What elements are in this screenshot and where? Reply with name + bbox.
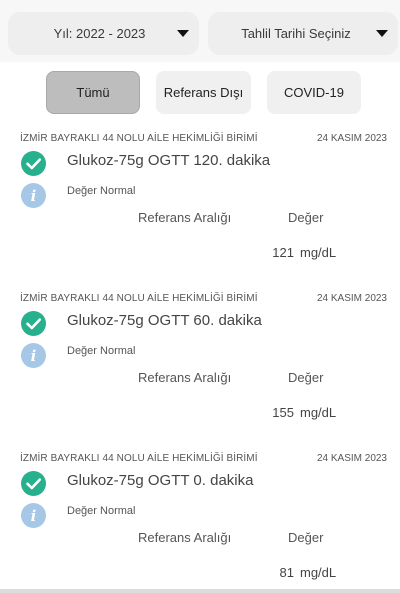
result-unit: mg/dL: [300, 565, 337, 580]
clinic-name: İZMİR BAYRAKLI 44 NOLU AİLE HEKİMLİĞİ Bİ…: [20, 293, 258, 304]
result-status: Değer Normal: [67, 505, 136, 517]
info-icon[interactable]: i: [21, 183, 46, 208]
result-value: 121: [272, 245, 294, 260]
result-unit: mg/dL: [300, 405, 337, 420]
result-date: 24 KASIM 2023: [316, 293, 387, 304]
check-circle-icon: [21, 151, 46, 176]
clinic-name: İZMİR BAYRAKLI 44 NOLU AİLE HEKİMLİĞİ Bİ…: [20, 453, 258, 464]
result-status: Değer Normal: [67, 345, 136, 357]
result-unit: mg/dL: [300, 245, 337, 260]
caret-down-icon: [177, 30, 189, 37]
test-name: Glukoz-75g OGTT 60. dakika: [67, 312, 262, 329]
tab-out-of-range[interactable]: Referans Dışı: [156, 71, 251, 114]
result-value: 81: [279, 565, 294, 580]
check-circle-icon: [21, 471, 46, 496]
info-icon[interactable]: i: [21, 503, 46, 528]
clinic-name: İZMİR BAYRAKLI 44 NOLU AİLE HEKİMLİĞİ Bİ…: [20, 133, 258, 144]
info-icon[interactable]: i: [21, 343, 46, 368]
year-dropdown-label: Yıl: 2022 - 2023: [53, 26, 146, 41]
result-card[interactable]: İZMİR BAYRAKLI 44 NOLU AİLE HEKİMLİĞİ Bİ…: [0, 133, 400, 293]
date-dropdown[interactable]: Tahlil Tarihi Seçiniz: [208, 12, 398, 55]
result-value: 155: [272, 405, 294, 420]
result-card[interactable]: İZMİR BAYRAKLI 44 NOLU AİLE HEKİMLİĞİ Bİ…: [0, 453, 400, 593]
reference-range-header: Referans Aralığı: [138, 530, 232, 545]
result-card[interactable]: İZMİR BAYRAKLI 44 NOLU AİLE HEKİMLİĞİ Bİ…: [0, 293, 400, 453]
value-header: Değer: [288, 210, 324, 225]
reference-range-header: Referans Aralığı: [138, 210, 232, 225]
check-circle-icon: [21, 311, 46, 336]
bottom-edge: [0, 589, 400, 593]
test-name: Glukoz-75g OGTT 0. dakika: [67, 472, 254, 489]
result-date: 24 KASIM 2023: [316, 133, 387, 144]
tab-covid[interactable]: COVID-19: [267, 71, 361, 114]
value-header: Değer: [288, 530, 324, 545]
year-dropdown[interactable]: Yıl: 2022 - 2023: [8, 12, 199, 55]
result-date: 24 KASIM 2023: [316, 453, 387, 464]
reference-range-header: Referans Aralığı: [138, 370, 232, 385]
test-name: Glukoz-75g OGTT 120. dakika: [67, 152, 271, 169]
tab-all[interactable]: Tümü: [46, 71, 140, 114]
caret-down-icon: [376, 30, 388, 37]
value-header: Değer: [288, 370, 324, 385]
date-dropdown-label: Tahlil Tarihi Seçiniz: [241, 26, 351, 41]
result-status: Değer Normal: [67, 185, 136, 197]
